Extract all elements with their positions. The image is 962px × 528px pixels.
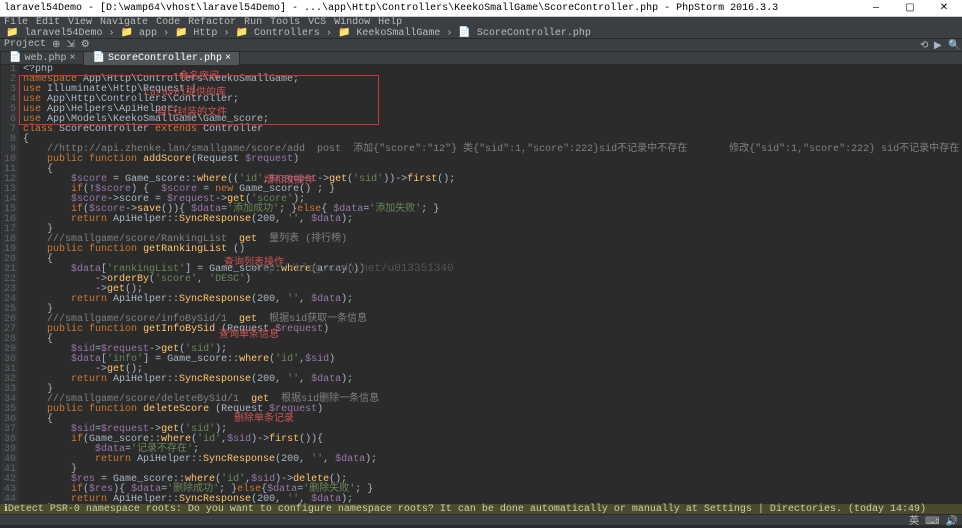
maximize-button[interactable]: ▢ xyxy=(896,2,924,14)
menu-vcs[interactable]: VCS xyxy=(308,17,326,28)
notification-bar[interactable]: ℹ Detect PSR-0 namespace roots: Do you w… xyxy=(0,504,962,514)
folder-icon: 📁 xyxy=(338,27,350,39)
folder-icon: 📁 xyxy=(235,27,247,39)
folder-icon: 📁 xyxy=(175,27,187,39)
editor-tab[interactable]: 📄web.php× xyxy=(1,52,84,65)
code-line[interactable]: public function deleteScore (Request $re… xyxy=(23,405,962,415)
annotation: 查询列表操作 xyxy=(224,259,284,269)
search-icon[interactable]: 🔍 xyxy=(948,40,958,50)
menu-edit[interactable]: Edit xyxy=(36,17,60,28)
code-line[interactable]: return ApiHelper::SyncResponse(200, '', … xyxy=(23,455,962,465)
crumb[interactable]: app xyxy=(139,28,157,39)
code-line[interactable]: return ApiHelper::SyncResponse(200, '', … xyxy=(23,295,962,305)
menu-bar: FileEditViewNavigateCodeRefactorRunTools… xyxy=(0,17,962,28)
folder-icon: 📄 xyxy=(458,27,470,39)
tool-icon[interactable]: ▶ xyxy=(934,40,944,50)
code-line[interactable]: return ApiHelper::SyncResponse(200, '', … xyxy=(23,215,962,225)
code-content[interactable]: 命名空间 Laravel提供的库 自己封装的文件 增和改操作 查询列表操作 查询… xyxy=(19,65,962,504)
crumb[interactable]: Controllers xyxy=(254,28,320,39)
code-line[interactable]: return ApiHelper::SyncResponse(200, '', … xyxy=(23,495,962,504)
annotation: 删除单条记录 xyxy=(234,415,294,425)
code-line[interactable]: public function getInfoBySid (Request $r… xyxy=(23,325,962,335)
toolbar: Project ⊕ ⇲ ⚙ ⟲ ▶ 🔍 xyxy=(0,39,962,52)
menu-refactor[interactable]: Refactor xyxy=(188,17,236,28)
code-editor[interactable]: 1234567891011121314151617181920212223242… xyxy=(1,65,962,504)
annotation: 查询单条信息 xyxy=(219,331,279,341)
window-titlebar: laravel54Demo - [D:\wamp64\vhost\laravel… xyxy=(0,0,962,17)
window-buttons: — ▢ ✕ xyxy=(862,2,958,14)
close-icon[interactable]: × xyxy=(69,53,75,64)
line-gutter: 1234567891011121314151617181920212223242… xyxy=(1,65,19,504)
crumb[interactable]: laravel54Demo xyxy=(24,28,102,39)
project-tab-label[interactable]: Project xyxy=(4,39,46,51)
menu-view[interactable]: View xyxy=(68,17,92,28)
folder-icon: 📁 xyxy=(6,27,18,39)
annotation: 命名空间 xyxy=(179,73,219,83)
editor-tab[interactable]: 📄ScoreController.php× xyxy=(84,52,240,65)
menu-help[interactable]: Help xyxy=(378,17,402,28)
status-right: 英 ⌨ 🔊 xyxy=(909,512,958,528)
code-line[interactable]: public function getRankingList () xyxy=(23,245,962,255)
close-icon[interactable]: × xyxy=(225,53,231,64)
notification-text: Detect PSR-0 namespace roots: Do you wan… xyxy=(8,504,926,515)
close-button[interactable]: ✕ xyxy=(930,2,958,14)
annotation: 自己封装的文件 xyxy=(157,109,227,119)
folder-icon: 📁 xyxy=(120,27,132,39)
code-line[interactable]: ->orderBy('score', 'DESC') xyxy=(23,275,962,285)
crumb[interactable]: Http xyxy=(193,28,217,39)
expand-icon[interactable]: ⊕ xyxy=(52,39,60,51)
menu-tools[interactable]: Tools xyxy=(270,17,300,28)
code-line[interactable]: $data['info'] = Game_score::where('id',$… xyxy=(23,355,962,365)
window-title: laravel54Demo - [D:\wamp64\vhost\laravel… xyxy=(4,3,778,14)
crumb[interactable]: ScoreController.php xyxy=(477,28,591,39)
minimize-button[interactable]: — xyxy=(862,3,890,14)
crumb[interactable]: KeekoSmallGame xyxy=(356,28,440,39)
tool-icon[interactable]: ⟲ xyxy=(920,40,930,50)
annotation: 增和改操作 xyxy=(264,177,314,187)
code-line[interactable]: class ScoreController extends Controller xyxy=(23,125,962,135)
collapse-icon[interactable]: ⇲ xyxy=(66,39,74,51)
code-line[interactable]: return ApiHelper::SyncResponse(200, '', … xyxy=(23,375,962,385)
breadcrumb: 📁laravel54Demo›📁app›📁Http›📁Controllers›📁… xyxy=(0,28,962,39)
annotation: Laravel提供的库 xyxy=(144,89,226,99)
settings-icon[interactable]: ⚙ xyxy=(81,39,90,51)
status-bar: 英 ⌨ 🔊 xyxy=(0,514,962,525)
code-line[interactable]: public function addScore(Request $reques… xyxy=(23,155,962,165)
editor-tabs: 📄web.php×📄ScoreController.php× xyxy=(1,52,962,65)
